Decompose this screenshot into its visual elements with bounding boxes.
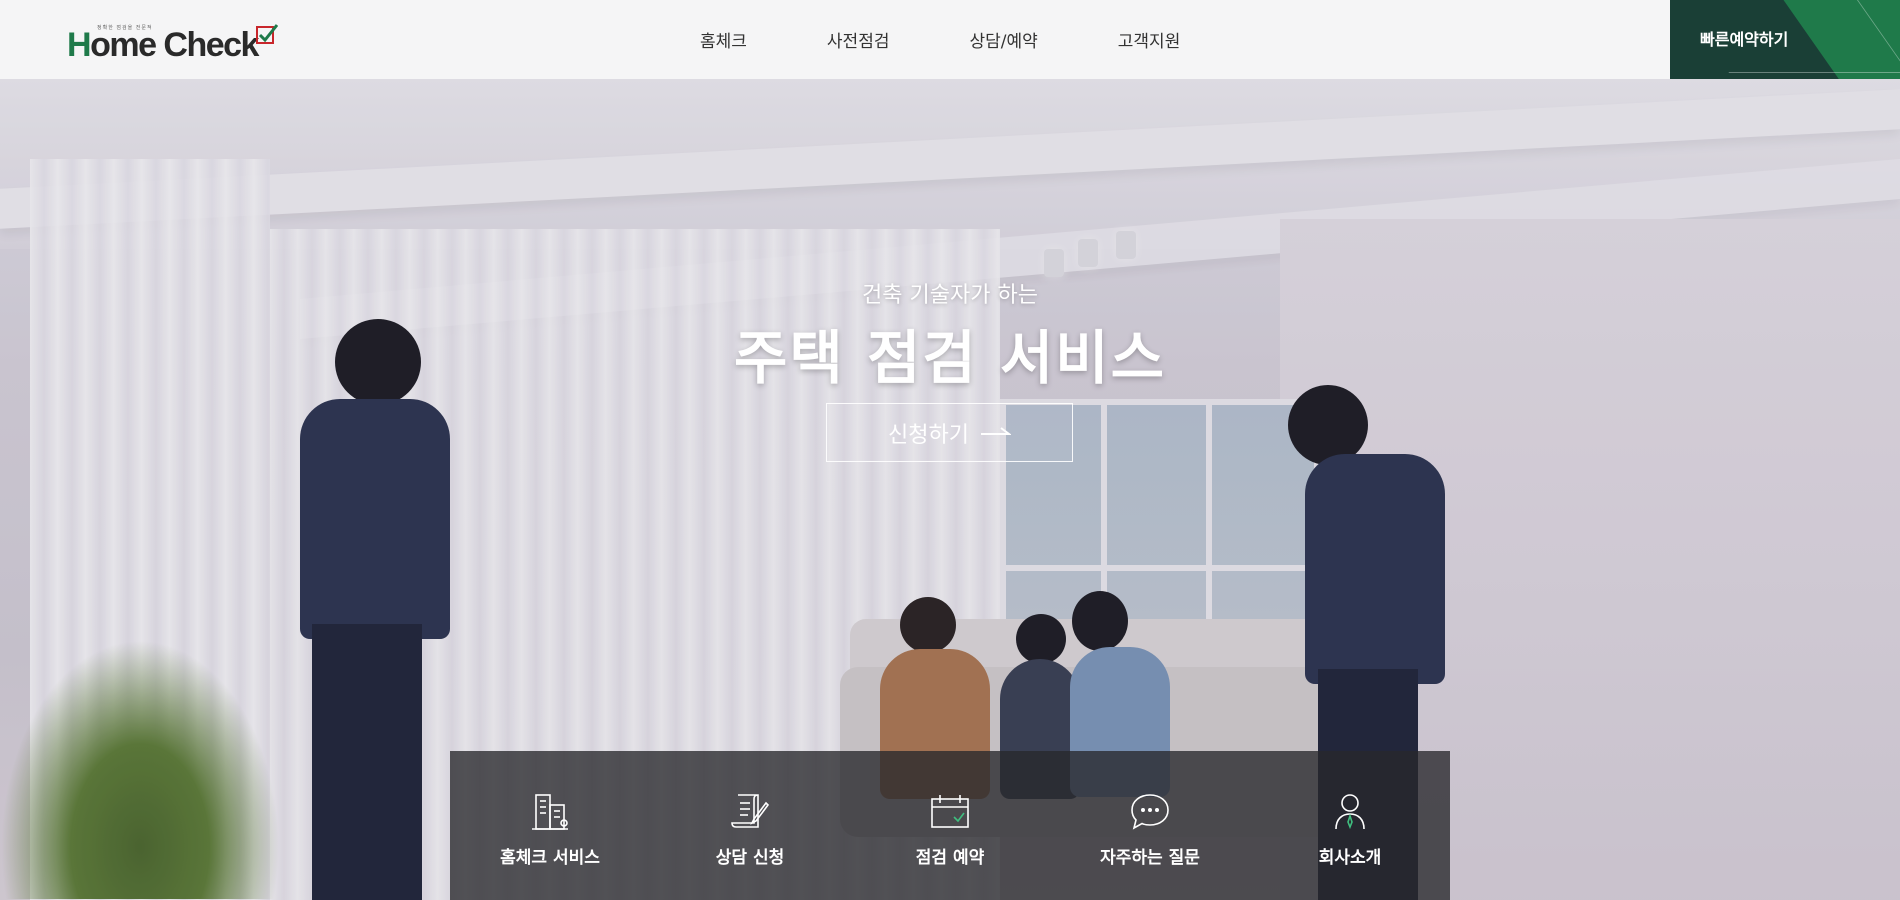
logo-wordmark: Home Check — [67, 26, 259, 64]
nav-item-homecheck[interactable]: 홈체크 — [700, 27, 747, 52]
chat-bubble-icon — [1131, 793, 1169, 830]
document-pen-icon — [731, 793, 770, 828]
apply-button-label: 신청하기 — [888, 422, 969, 448]
quick-menu-company-intro[interactable]: 회사소개 — [1250, 751, 1450, 900]
quick-menu-label: 회사소개 — [1318, 847, 1382, 868]
hero-subtitle: 건축 기술자가 하는 — [862, 283, 1038, 308]
quick-menu-label: 점검 예약 — [915, 847, 985, 868]
main-nav: 홈체크 사전점검 상담/예약 고객지원 — [700, 0, 1260, 79]
quick-menu: 홈체크 서비스 상담 신청 점검 예약 자주하는 질문 회사소개 — [450, 751, 1450, 900]
quick-menu-homecheck-service[interactable]: 홈체크 서비스 — [450, 751, 650, 900]
person-icon — [1335, 793, 1365, 829]
quick-menu-label: 홈체크 서비스 — [500, 847, 600, 868]
quick-menu-label: 상담 신청 — [715, 847, 785, 868]
building-icon — [532, 793, 568, 830]
quick-menu-faq[interactable]: 자주하는 질문 — [1050, 751, 1250, 900]
quick-menu-inspection-booking[interactable]: 점검 예약 — [850, 751, 1050, 900]
hero-title: 주택 점검 서비스 — [734, 324, 1166, 392]
apply-button[interactable]: 신청하기 — [826, 403, 1073, 462]
calendar-check-icon — [931, 794, 969, 828]
quick-booking-button[interactable]: 빠른예약하기 — [1670, 0, 1900, 79]
arrow-right-icon — [980, 426, 1011, 435]
nav-item-consult-booking[interactable]: 상담/예약 — [969, 27, 1037, 52]
nav-item-support[interactable]: 고객지원 — [1118, 27, 1181, 52]
quick-booking-label: 빠른예약하기 — [1700, 30, 1789, 49]
quick-menu-consult-request[interactable]: 상담 신청 — [650, 751, 850, 900]
homecheck-logo[interactable]: 정확한 점검을 전문적 Home Check — [67, 20, 278, 64]
logo-checkmark-icon — [255, 24, 278, 44]
nav-item-pre-inspection[interactable]: 사전점검 — [827, 27, 890, 52]
site-header: 정확한 점검을 전문적 Home Check 홈체크 사전점검 상담/예약 고객… — [0, 0, 1900, 79]
hero-section: 건축 기술자가 하는 주택 점검 서비스 신청하기 홈체크 서비스 상담 신청 … — [0, 79, 1900, 900]
quick-menu-label: 자주하는 질문 — [1100, 847, 1200, 868]
